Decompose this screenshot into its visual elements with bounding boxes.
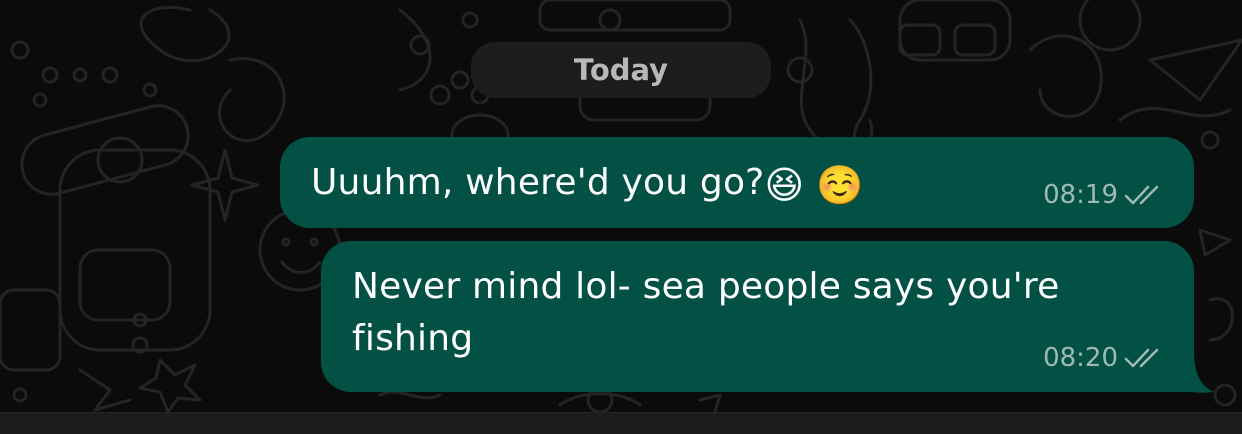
message-bubble-outgoing[interactable]: Uuuhm, where'd you go?😆 ☺️ 08:19: [280, 137, 1194, 228]
message-bubble-outgoing[interactable]: Never mind lol- sea people says you're f…: [321, 241, 1194, 392]
message-text: Uuuhm, where'd you go?😆 ☺️: [311, 157, 864, 211]
message-time: 08:19: [1043, 180, 1118, 210]
bubble-tail: [1168, 352, 1214, 393]
double-check-icon: [1124, 183, 1162, 207]
chat-view: Today Uuuhm, where'd you go?😆 ☺️ 08:19 N…: [0, 0, 1242, 434]
smiling-blush-emoji: ☺️: [815, 163, 864, 207]
message-text: Never mind lol- sea people says you're f…: [352, 266, 1060, 359]
composer-bar-edge: [0, 412, 1242, 434]
date-separator: Today: [471, 42, 771, 98]
date-label: Today: [573, 53, 669, 87]
message-meta: 08:19: [1043, 180, 1162, 210]
message-meta: 08:20: [1043, 343, 1162, 373]
message-time: 08:20: [1043, 343, 1118, 373]
double-check-icon: [1124, 346, 1162, 370]
laughing-emoji: 😆: [764, 163, 805, 207]
